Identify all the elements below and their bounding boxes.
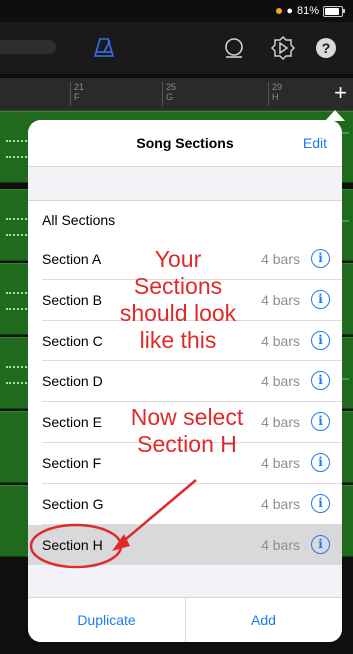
annotation-arrow	[119, 479, 197, 545]
annotation-overlay	[29, 479, 197, 569]
annotation-circle	[29, 523, 123, 569]
